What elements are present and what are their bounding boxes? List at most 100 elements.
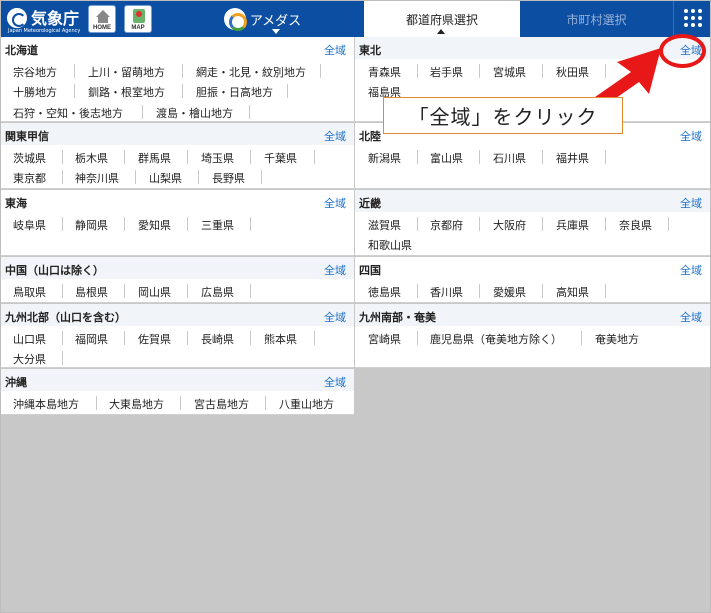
area-link[interactable]: 千葉県 (264, 150, 297, 166)
region-kanto-koshin: 関東甲信 全域 茨城県 栃木県 群馬県 埼玉県 千葉県 東京都 神奈川県 山梨県… (1, 123, 354, 189)
area-link[interactable]: 宮城県 (493, 64, 526, 80)
area-link[interactable]: 滋賀県 (368, 217, 401, 233)
area-link[interactable]: 石狩・空知・後志地方 (13, 105, 123, 121)
area-link[interactable]: 熊本県 (264, 331, 297, 347)
area-link[interactable]: 茨城県 (13, 150, 46, 166)
area-link[interactable]: 富山県 (430, 150, 463, 166)
region-name: 東海 (5, 197, 27, 210)
tab-municipality-select[interactable]: 市町村選択 (520, 1, 673, 37)
region-name: 沖縄 (5, 376, 27, 389)
area-link[interactable]: 釧路・根室地方 (88, 84, 165, 100)
area-link[interactable]: 広島県 (201, 284, 234, 300)
region-kyushu-north: 九州北部（山口を含む） 全域 山口県 福岡県 佐賀県 長崎県 熊本県 大分県 (1, 304, 354, 368)
area-link[interactable]: 愛知県 (138, 217, 171, 233)
area-link[interactable]: 大分県 (13, 351, 46, 367)
amedas-icon (223, 8, 247, 31)
area-link[interactable]: 香川県 (430, 284, 463, 300)
area-link[interactable]: 福岡県 (75, 331, 108, 347)
area-link[interactable]: 渡島・檜山地方 (156, 105, 233, 121)
area-link[interactable]: 埼玉県 (201, 150, 234, 166)
area-link[interactable]: 石川県 (493, 150, 526, 166)
area-link[interactable]: 東京都 (13, 170, 46, 186)
all-areas-link[interactable]: 全域 (324, 128, 346, 144)
all-areas-link[interactable]: 全域 (324, 42, 346, 58)
area-link[interactable]: 長野県 (212, 170, 245, 186)
area-link[interactable]: 山梨県 (149, 170, 182, 186)
tab-amedas-label: アメダス (249, 13, 302, 29)
area-link[interactable]: 八重山地方 (279, 396, 334, 412)
all-areas-link[interactable]: 全域 (324, 195, 346, 211)
tab-muni-label: 市町村選択 (566, 12, 627, 27)
region-shikoku: 四国 全域 徳島県 香川県 愛媛県 高知県 (355, 257, 710, 303)
area-link[interactable]: 山口県 (13, 331, 46, 347)
region-name: 近畿 (359, 197, 381, 210)
map-icon (133, 9, 145, 23)
area-link[interactable]: 沖縄本島地方 (13, 396, 79, 412)
map-button[interactable]: MAP (124, 5, 152, 33)
area-link[interactable]: 宗谷地方 (13, 64, 57, 80)
area-link[interactable]: 奈良県 (619, 217, 652, 233)
area-link[interactable]: 鳥取県 (13, 284, 46, 300)
area-link[interactable]: 福井県 (556, 150, 589, 166)
area-link[interactable]: 神奈川県 (75, 170, 119, 186)
region-name: 四国 (359, 264, 381, 277)
area-link[interactable]: 十勝地方 (13, 84, 57, 100)
area-link[interactable]: 長崎県 (201, 331, 234, 347)
area-link[interactable]: 宮古島地方 (194, 396, 249, 412)
callout-text: 「全域」をクリック (408, 105, 598, 129)
area-link[interactable]: 岩手県 (430, 64, 463, 80)
area-link[interactable]: 岡山県 (138, 284, 171, 300)
region-name: 関東甲信 (5, 130, 49, 143)
area-link[interactable]: 宮崎県 (368, 331, 401, 347)
region-name: 九州北部（山口を含む） (5, 311, 126, 324)
top-header: 気象庁 Japan Meteorological Agency HOME MAP… (1, 1, 710, 37)
chevron-up-icon (437, 29, 445, 34)
region-tokai: 東海 全域 岐阜県 静岡県 愛知県 三重県 (1, 190, 354, 256)
area-link[interactable]: 網走・北見・紋別地方 (196, 64, 306, 80)
area-link[interactable]: 徳島県 (368, 284, 401, 300)
area-link[interactable]: 大東島地方 (109, 396, 164, 412)
area-link[interactable]: 三重県 (201, 217, 234, 233)
area-link[interactable]: 鹿児島県（奄美地方除く） (430, 331, 562, 347)
area-link[interactable]: 上川・留萌地方 (88, 64, 165, 80)
region-kyushu-south-amami: 九州南部・奄美 全域 宮崎県 鹿児島県（奄美地方除く） 奄美地方 (355, 304, 710, 368)
area-link[interactable]: 京都府 (430, 217, 463, 233)
all-areas-link[interactable]: 全域 (324, 262, 346, 278)
area-link[interactable]: 愛媛県 (493, 284, 526, 300)
all-areas-link[interactable]: 全域 (680, 262, 702, 278)
region-chugoku: 中国（山口は除く） 全域 鳥取県 島根県 岡山県 広島県 (1, 257, 354, 303)
tab-amedas[interactable]: アメダス (161, 1, 364, 37)
area-link[interactable]: 兵庫県 (556, 217, 589, 233)
area-link[interactable]: 胆振・日高地方 (196, 84, 273, 100)
logo-text: 気象庁 (31, 9, 80, 28)
menu-grid-button[interactable] (673, 1, 710, 37)
region-name: 九州南部・奄美 (359, 311, 436, 324)
region-kinki: 近畿 全域 滋賀県 京都府 大阪府 兵庫県 奈良県 和歌山県 (355, 190, 710, 256)
region-name: 北海道 (5, 44, 38, 57)
area-link[interactable]: 岐阜県 (13, 217, 46, 233)
all-areas-link[interactable]: 全域 (680, 309, 702, 325)
all-areas-link[interactable]: 全域 (680, 128, 702, 144)
logo-subtitle: Japan Meteorological Agency (8, 28, 81, 34)
area-link[interactable]: 佐賀県 (138, 331, 171, 347)
area-link[interactable]: 群馬県 (138, 150, 171, 166)
region-okinawa: 沖縄 全域 沖縄本島地方 大東島地方 宮古島地方 八重山地方 (1, 369, 354, 415)
area-link[interactable]: 和歌山県 (368, 237, 412, 253)
all-areas-link[interactable]: 全域 (680, 195, 702, 211)
home-button[interactable]: HOME (88, 5, 116, 33)
area-link[interactable]: 新潟県 (368, 150, 401, 166)
home-label: HOME (93, 25, 111, 31)
area-link[interactable]: 青森県 (368, 64, 401, 80)
area-link[interactable]: 高知県 (556, 284, 589, 300)
map-label: MAP (131, 25, 145, 31)
area-link[interactable]: 奄美地方 (595, 331, 639, 347)
region-name: 中国（山口は除く） (5, 264, 104, 277)
area-link[interactable]: 栃木県 (75, 150, 108, 166)
all-areas-link[interactable]: 全域 (324, 309, 346, 325)
area-link[interactable]: 島根県 (75, 284, 108, 300)
region-name: 東北 (359, 44, 381, 57)
all-areas-link[interactable]: 全域 (324, 374, 346, 390)
area-link[interactable]: 静岡県 (75, 217, 108, 233)
tab-pref-label: 都道府県選択 (405, 12, 478, 27)
area-link[interactable]: 大阪府 (493, 217, 526, 233)
